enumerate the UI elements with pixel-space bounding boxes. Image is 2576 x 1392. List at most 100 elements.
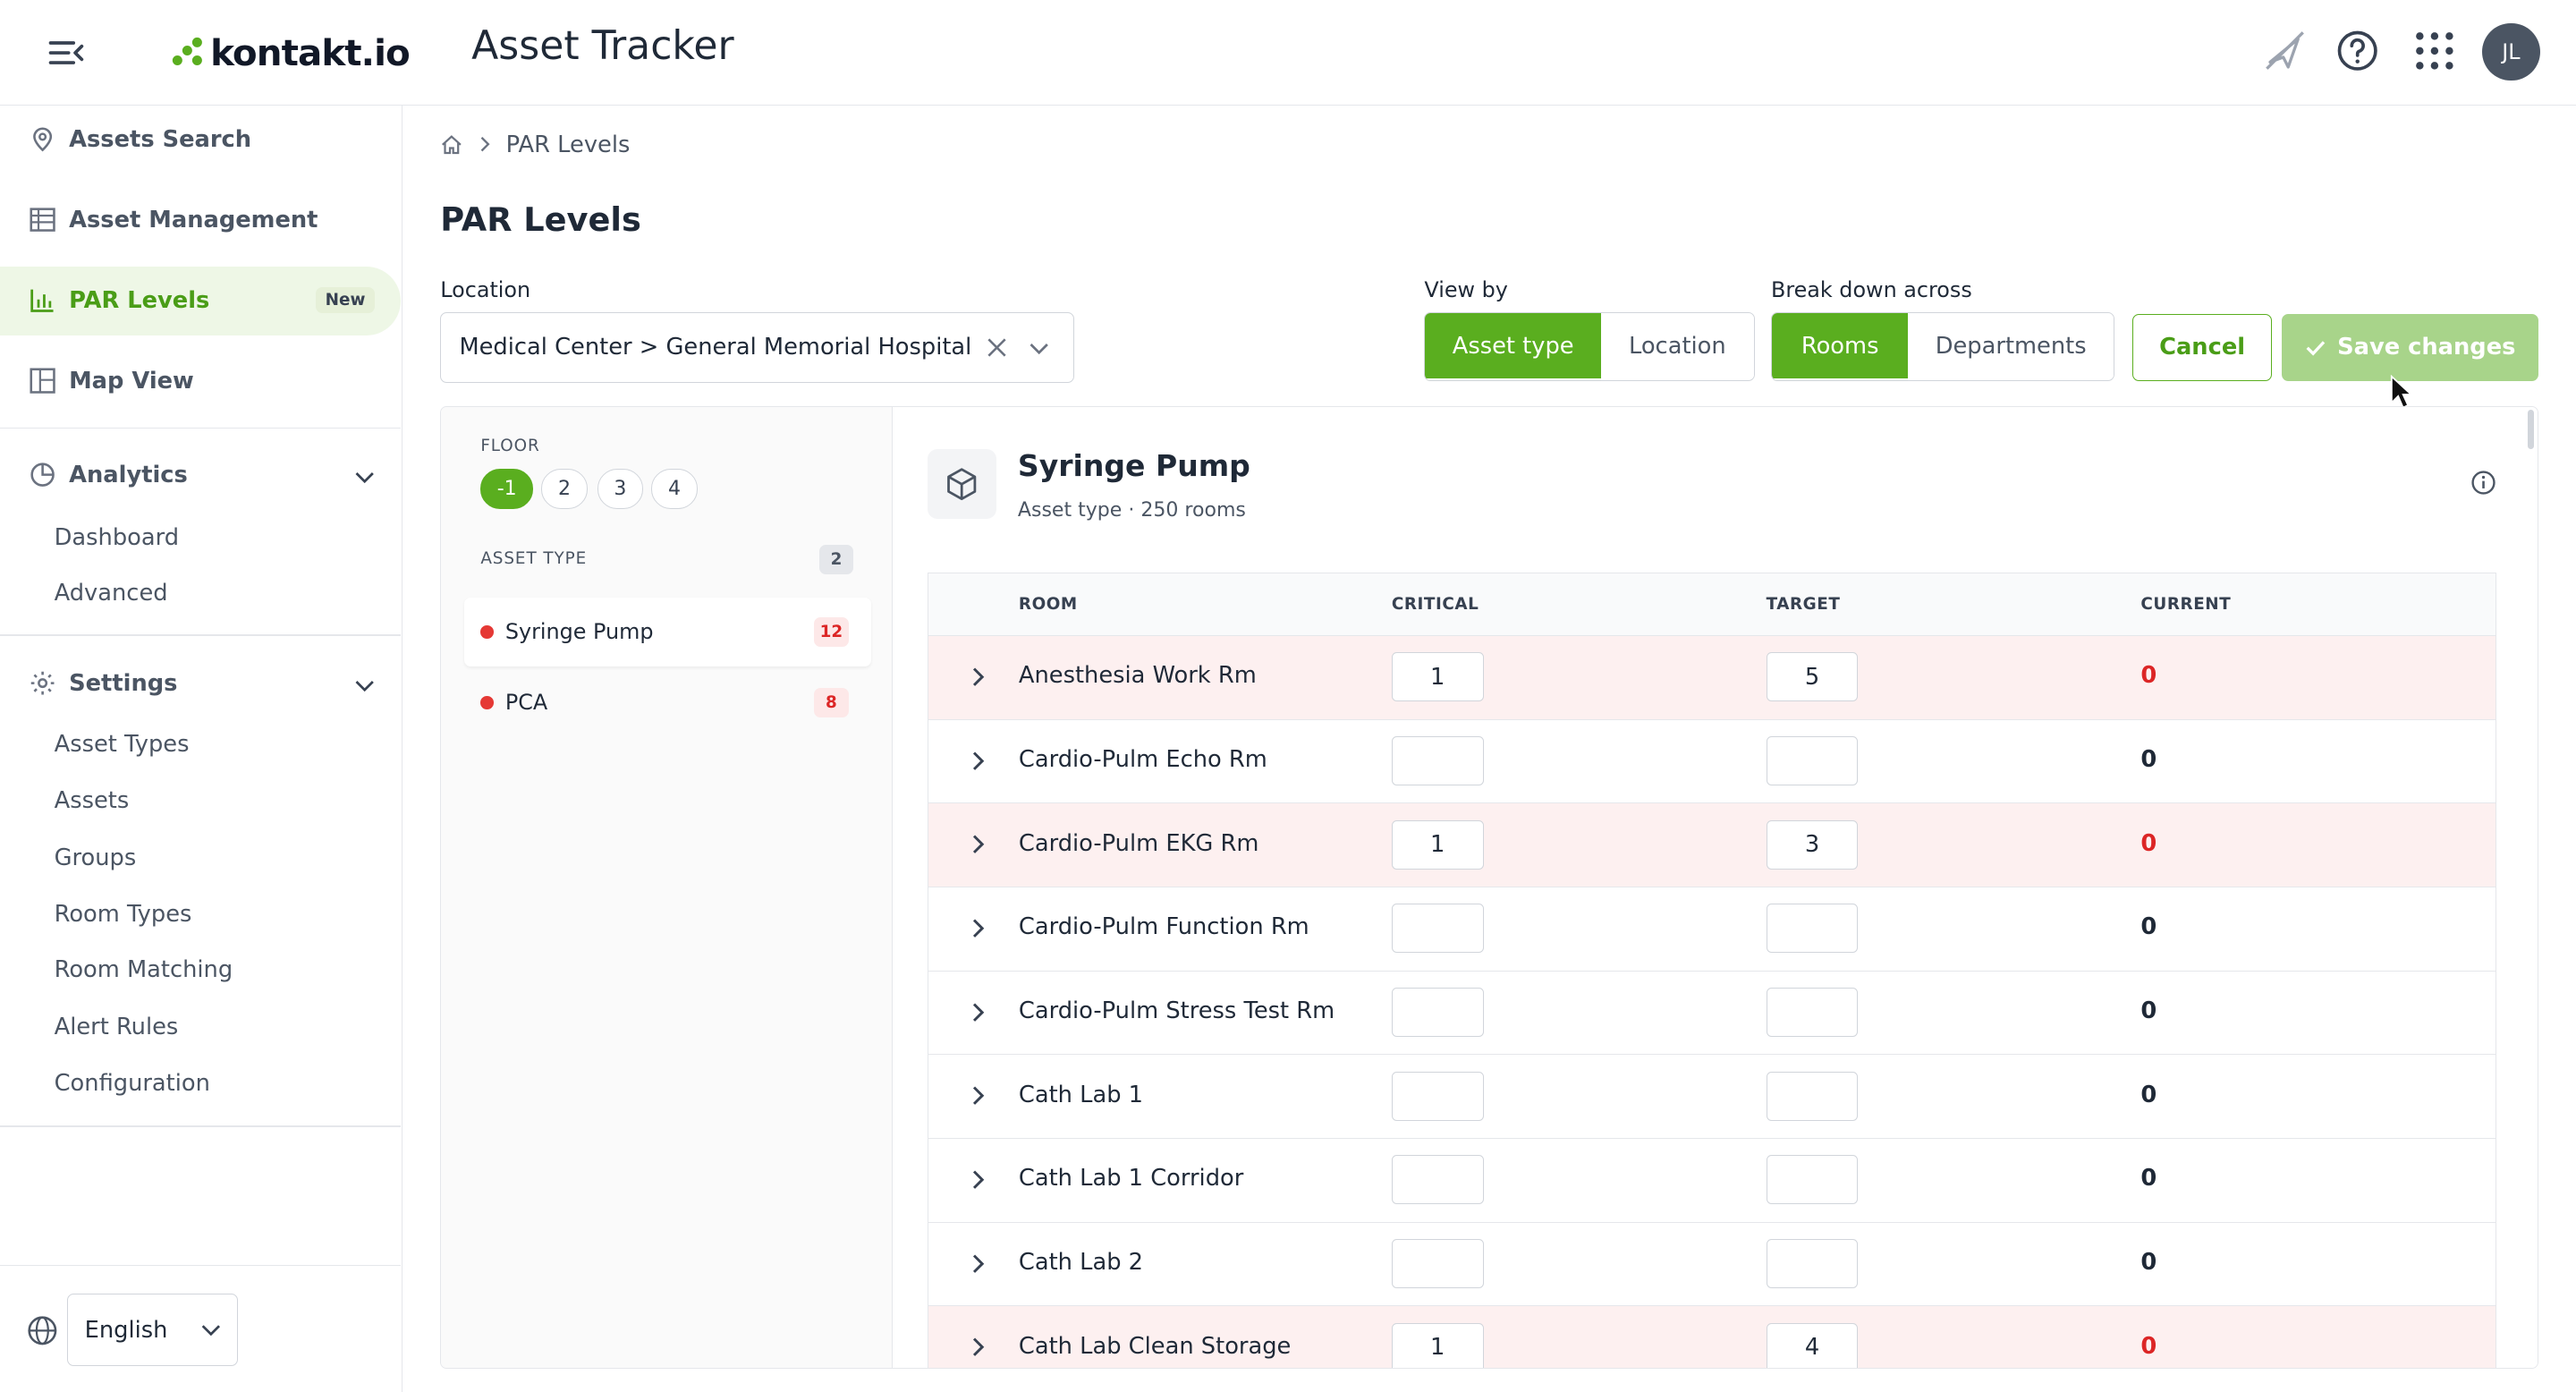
target-input[interactable]	[1766, 1071, 1859, 1121]
sidebar-item-par-levels[interactable]: PAR Levels New	[0, 266, 402, 335]
map-layout-icon	[28, 367, 57, 396]
sidebar-item-label: Asset Management	[69, 207, 318, 234]
sidebar-subitem-advanced[interactable]: Advanced	[55, 580, 168, 607]
chevron-right-icon[interactable]	[964, 1334, 990, 1360]
target-input[interactable]	[1766, 987, 1859, 1038]
floor-pill-2[interactable]: 2	[541, 469, 588, 509]
chevron-right-icon[interactable]	[964, 1251, 990, 1277]
chevron-right-icon[interactable]	[964, 831, 990, 857]
chevron-right-icon[interactable]	[964, 664, 990, 690]
location-select[interactable]: Medical Center > General Memorial Hospit…	[440, 311, 1075, 383]
target-input[interactable]: 5	[1766, 652, 1859, 702]
asset-type-item-pca[interactable]: PCA 8	[464, 668, 872, 737]
sidebar-subitem-groups[interactable]: Groups	[55, 845, 137, 871]
critical-input[interactable]	[1391, 904, 1484, 954]
critical-input[interactable]: 1	[1391, 652, 1484, 702]
sidebar-subitem-alert-rules[interactable]: Alert Rules	[55, 1014, 179, 1040]
user-avatar[interactable]: JL	[2482, 22, 2540, 81]
collapse-menu-icon[interactable]	[46, 33, 89, 72]
top-header: kontakt.io Asset Tracker JL	[0, 0, 2576, 106]
sidebar-item-assets-search[interactable]: Assets Search	[0, 106, 401, 174]
target-input[interactable]	[1766, 904, 1859, 954]
floor-pill-4[interactable]: 4	[651, 469, 698, 509]
target-input[interactable]: 4	[1766, 1322, 1859, 1368]
breadcrumb-separator-icon	[477, 132, 493, 158]
asset-type-item-syringe-pump[interactable]: Syringe Pump 12	[463, 597, 872, 666]
critical-input[interactable]: 1	[1391, 1322, 1484, 1368]
sidebar-item-label: Settings	[69, 670, 178, 698]
floor-label: FLOOR	[480, 436, 540, 455]
kontakt-logo[interactable]: kontakt.io	[171, 26, 411, 79]
sidebar-subitem-asset-types[interactable]: Asset Types	[55, 731, 190, 758]
sidebar-subitem-room-matching[interactable]: Room Matching	[55, 956, 233, 983]
home-icon[interactable]	[440, 133, 463, 157]
chevron-right-icon[interactable]	[964, 915, 990, 941]
column-header-critical: CRITICAL	[1391, 595, 1479, 615]
chevron-right-icon[interactable]	[964, 999, 990, 1025]
language-select[interactable]: English	[67, 1294, 239, 1367]
chevron-right-icon[interactable]	[964, 1167, 990, 1193]
sidebar-subitem-room-types[interactable]: Room Types	[55, 901, 192, 928]
scrollbar[interactable]	[2527, 410, 2535, 450]
column-header-current[interactable]: CURRENT	[2140, 595, 2231, 614]
breakdown-rooms[interactable]: Rooms	[1771, 312, 1909, 379]
room-name: Cardio-Pulm Function Rm	[1018, 913, 1309, 941]
table-row: Cath Lab 1 0	[928, 1055, 2496, 1139]
info-icon[interactable]	[2469, 468, 2498, 497]
chevron-down-icon	[355, 681, 374, 692]
logo-text: kontakt.io	[210, 30, 411, 74]
cancel-button[interactable]: Cancel	[2132, 313, 2273, 382]
chevron-right-icon[interactable]	[964, 1082, 990, 1108]
critical-input[interactable]	[1391, 1155, 1484, 1205]
critical-input[interactable]	[1391, 735, 1484, 786]
critical-input[interactable]	[1391, 1071, 1484, 1121]
critical-input[interactable]: 1	[1391, 819, 1484, 870]
clear-icon[interactable]	[982, 333, 1012, 362]
breakdown-label: Break down across	[1770, 277, 1972, 303]
target-input[interactable]	[1766, 1238, 1859, 1288]
help-icon[interactable]	[2329, 23, 2385, 79]
view-by-location[interactable]: Location	[1600, 312, 1754, 379]
table-row: Cath Lab Clean Storage 1 4 0	[928, 1306, 2496, 1368]
current-value: 0	[2140, 1081, 2157, 1108]
breakdown-departments[interactable]: Departments	[1908, 312, 2114, 379]
check-icon	[2306, 340, 2326, 356]
sidebar-subitem-assets[interactable]: Assets	[55, 787, 130, 814]
save-changes-button[interactable]: Save changes	[2282, 313, 2538, 382]
floor-pill-3[interactable]: 3	[597, 469, 644, 509]
location-label: Location	[440, 277, 531, 303]
chevron-down-icon[interactable]	[1026, 335, 1052, 361]
floor-pill-minus-1[interactable]: -1	[480, 469, 534, 509]
sidebar-item-asset-management[interactable]: Asset Management	[0, 186, 401, 255]
tracking-off-icon[interactable]	[2258, 23, 2313, 79]
room-name: Cath Lab 1	[1018, 1081, 1144, 1108]
sidebar-subitem-configuration[interactable]: Configuration	[55, 1070, 210, 1097]
asset-type-alert-count: 12	[814, 616, 849, 647]
asset-type-name: Syringe Pump	[504, 619, 654, 645]
view-by-asset-type[interactable]: Asset type	[1425, 312, 1601, 379]
critical-input[interactable]	[1391, 987, 1484, 1038]
sidebar-item-map-view[interactable]: Map View	[0, 347, 401, 416]
apps-grid-icon[interactable]	[2407, 23, 2462, 79]
bar-chart-icon	[28, 286, 57, 316]
target-input[interactable]	[1766, 735, 1859, 786]
room-name: Cardio-Pulm Echo Rm	[1018, 745, 1267, 773]
sidebar-item-settings[interactable]: Settings	[0, 649, 401, 717]
target-input[interactable]	[1766, 1155, 1859, 1205]
asset-type-name: PCA	[504, 690, 548, 716]
table-header: ROOM CRITICAL TARGET CURRENT	[928, 573, 2496, 636]
chevron-right-icon[interactable]	[964, 748, 990, 774]
table-row: Cardio-Pulm Function Rm 0	[928, 887, 2496, 972]
sidebar-subitem-dashboard[interactable]: Dashboard	[55, 524, 179, 551]
app-root: kontakt.io Asset Tracker JL Assets Searc…	[0, 0, 2576, 1392]
pie-chart-icon	[28, 460, 57, 489]
filter-column: FLOOR -1 2 3 4 ASSET TYPE 2 Syringe Pump…	[441, 406, 894, 1368]
critical-input[interactable]	[1391, 1238, 1484, 1288]
target-input[interactable]: 3	[1766, 819, 1859, 870]
sidebar-item-analytics[interactable]: Analytics	[0, 440, 401, 509]
current-value: 0	[2140, 662, 2157, 690]
breadcrumb: PAR Levels	[440, 132, 630, 158]
save-changes-label: Save changes	[2337, 334, 2516, 361]
asset-subtitle: Asset type · 250 rooms	[1017, 498, 1246, 522]
column-header-target: TARGET	[1766, 595, 1841, 615]
